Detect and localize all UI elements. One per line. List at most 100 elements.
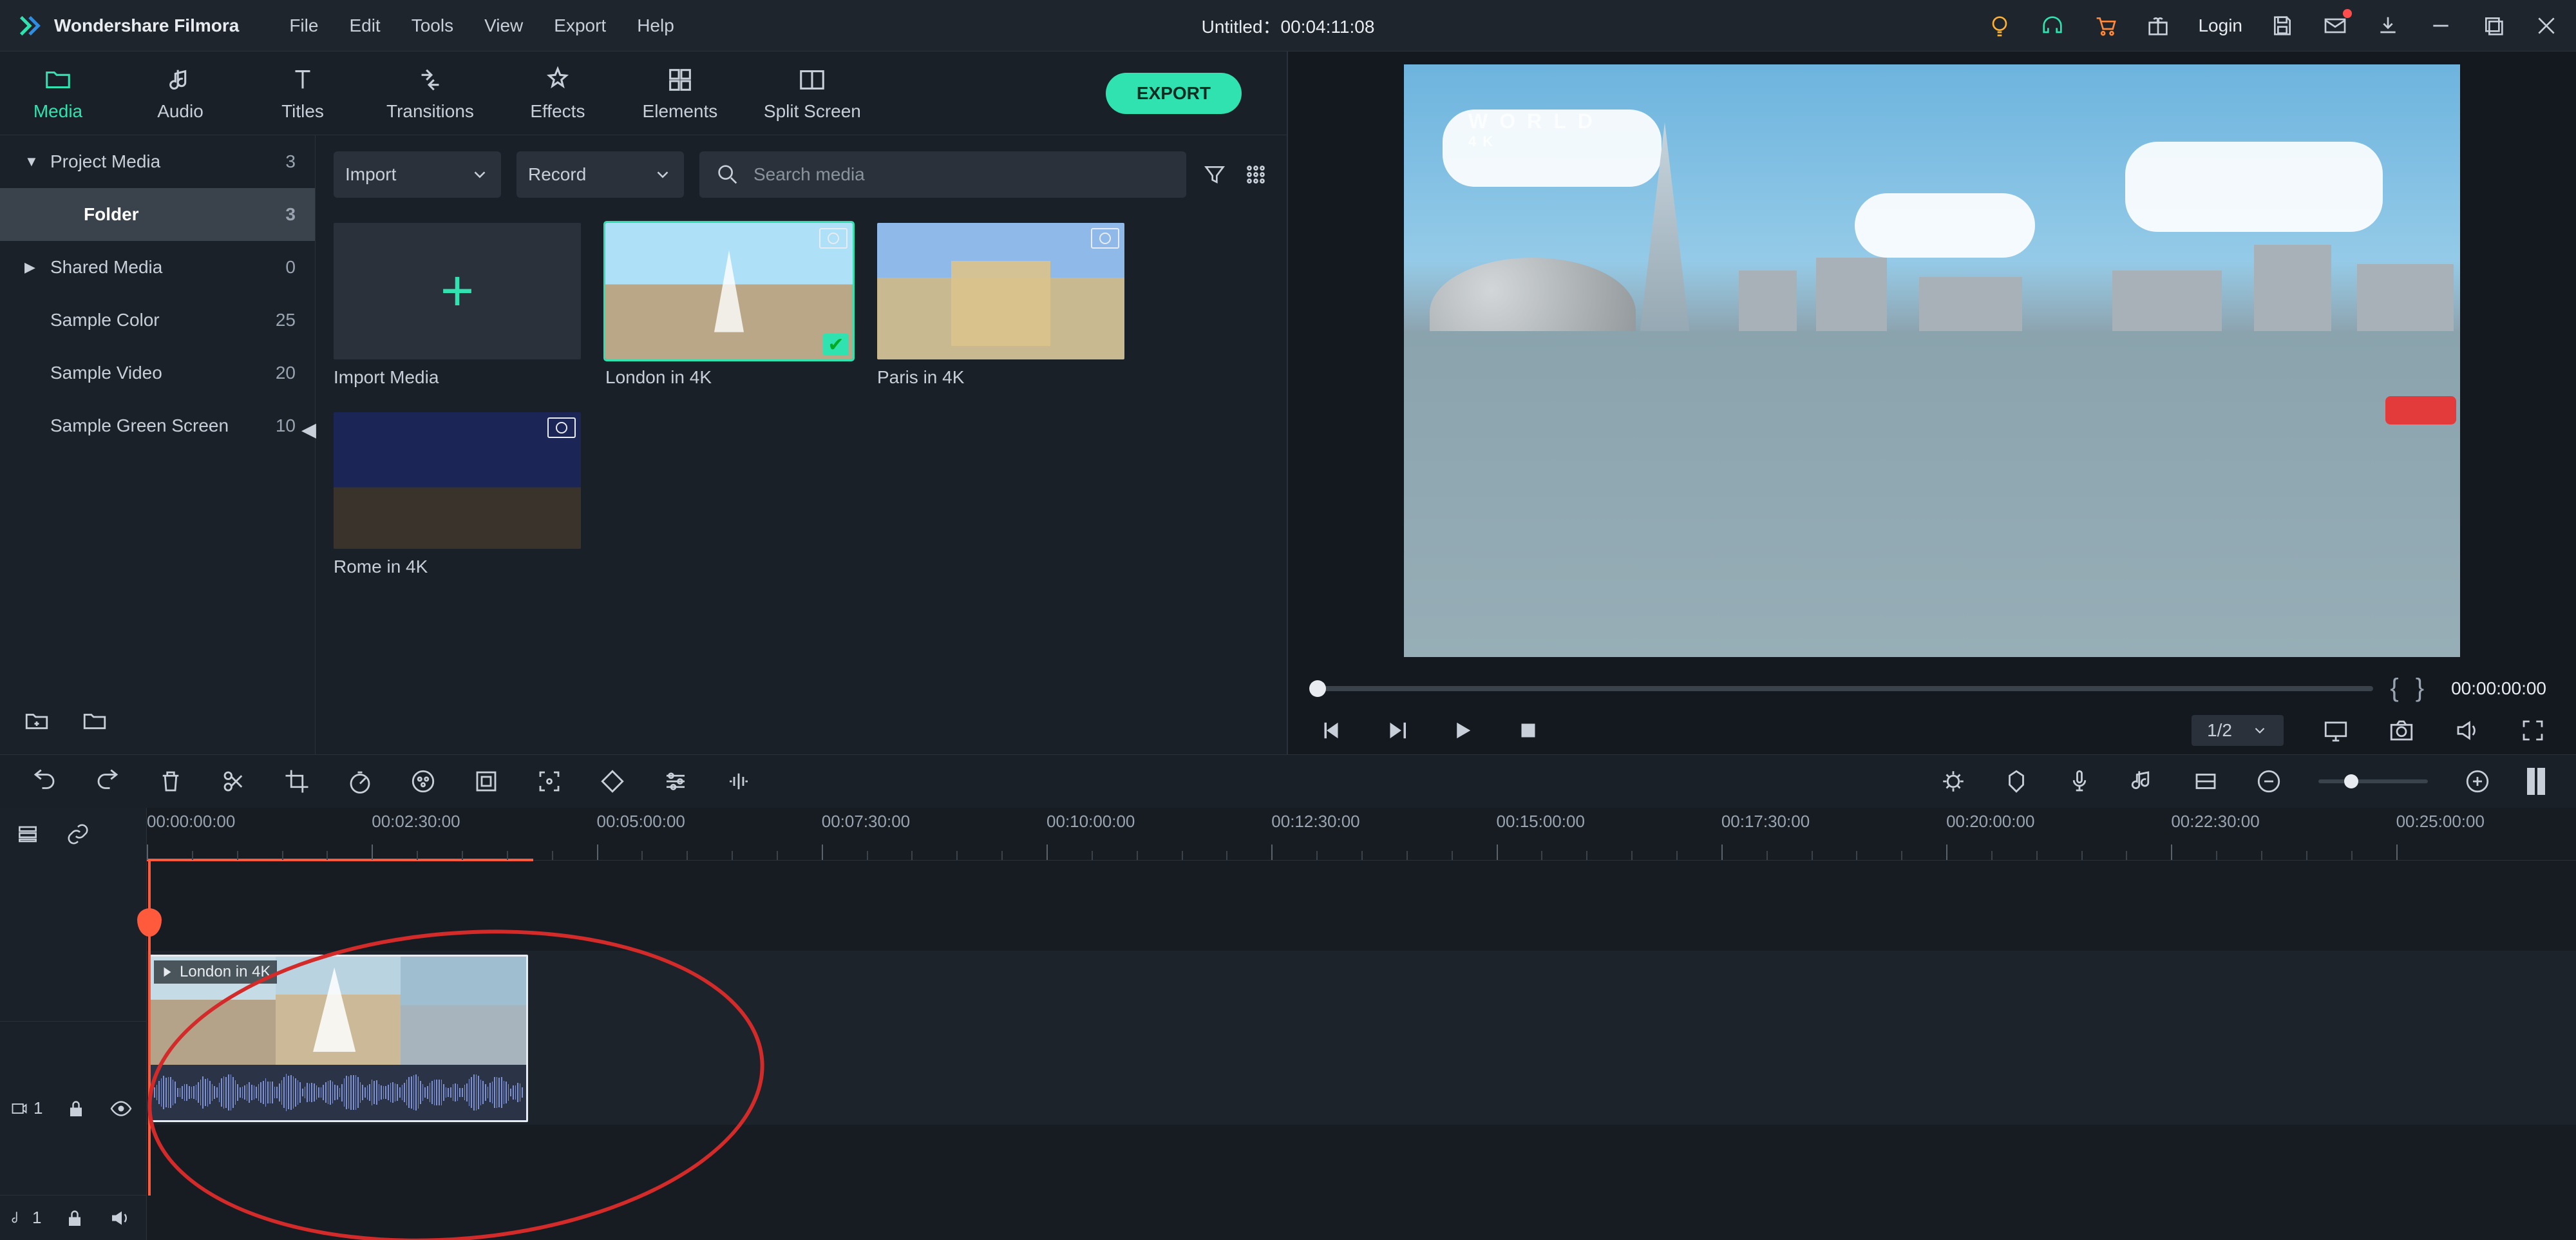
timeline-clip-london[interactable]: London in 4K	[148, 955, 528, 1122]
menu-view[interactable]: View	[484, 15, 523, 36]
mute-icon[interactable]	[108, 1207, 131, 1230]
search-input[interactable]	[699, 151, 1186, 198]
link-icon[interactable]	[66, 822, 90, 846]
display-icon[interactable]	[2322, 717, 2349, 744]
ruler-tick: 00:00:00:00	[147, 808, 235, 860]
sidebar-item-shared-media[interactable]: ▶Shared Media 0	[0, 241, 315, 294]
keyframe-icon[interactable]	[599, 768, 626, 795]
timeline-ruler[interactable]: 00:00:00:0000:02:30:0000:05:00:0000:07:3…	[147, 808, 2576, 861]
play-icon[interactable]	[1449, 717, 1476, 744]
lock-icon[interactable]	[64, 1097, 88, 1120]
speed-icon[interactable]	[346, 768, 374, 795]
redo-icon[interactable]	[94, 768, 121, 795]
play-pause-icon[interactable]	[1383, 717, 1410, 744]
menu-export[interactable]: Export	[554, 15, 606, 36]
menu-tools[interactable]: Tools	[412, 15, 453, 36]
sidebar-item-sample-color[interactable]: Sample Color 25	[0, 294, 315, 347]
timeline-track-headers: 1 1	[0, 808, 147, 1240]
zoom-in-icon[interactable]	[2464, 768, 2491, 795]
volume-icon[interactable]	[2454, 717, 2481, 744]
import-dropdown[interactable]: Import	[334, 151, 501, 198]
clip-london[interactable]: ✔ London in 4K	[605, 223, 853, 388]
menu-file[interactable]: File	[289, 15, 318, 36]
step-back-icon[interactable]	[1318, 717, 1345, 744]
chevron-down-icon	[470, 165, 489, 184]
zoom-fit-icon[interactable]	[2527, 768, 2545, 795]
auto-ripple-icon[interactable]	[2192, 768, 2219, 795]
gift-icon[interactable]	[2145, 13, 2171, 39]
save-icon[interactable]	[2269, 13, 2295, 39]
export-button[interactable]: EXPORT	[1106, 73, 1242, 114]
grid-view-icon[interactable]	[1243, 162, 1269, 187]
lightbulb-icon[interactable]	[1987, 13, 2012, 39]
folder-icon[interactable]	[81, 708, 108, 735]
import-media-tile[interactable]: + Import Media	[334, 223, 581, 388]
menu-edit[interactable]: Edit	[349, 15, 380, 36]
chevron-right-icon[interactable]: ▶	[24, 259, 39, 276]
audio-wave-icon[interactable]	[725, 768, 752, 795]
headset-icon[interactable]	[2040, 13, 2065, 39]
download-icon[interactable]	[2375, 13, 2401, 39]
stop-icon[interactable]	[1515, 717, 1542, 744]
sidebar-item-project-media[interactable]: ▼Project Media 3	[0, 135, 315, 188]
zoom-out-icon[interactable]	[2255, 768, 2282, 795]
audio-mixer-icon[interactable]	[2129, 768, 2156, 795]
lock-icon[interactable]	[63, 1207, 86, 1230]
clip-paris[interactable]: Paris in 4K	[877, 223, 1124, 388]
tab-elements[interactable]: Elements	[641, 65, 719, 122]
sidebar-collapse-icon[interactable]: ◀	[301, 419, 316, 441]
menu-help[interactable]: Help	[637, 15, 674, 36]
sidebar-item-sample-green-screen[interactable]: Sample Green Screen 10	[0, 399, 315, 452]
maximize-icon[interactable]	[2481, 13, 2506, 39]
motion-tracking-icon[interactable]	[536, 768, 563, 795]
playhead[interactable]	[148, 861, 151, 1196]
tab-titles[interactable]: Titles	[264, 65, 341, 122]
color-icon[interactable]	[410, 768, 437, 795]
tab-media[interactable]: Media	[19, 65, 97, 122]
tab-split-screen[interactable]: Split Screen	[764, 65, 861, 122]
mail-icon[interactable]	[2322, 13, 2348, 39]
media-sidebar: ▼Project Media 3 Folder 3 ▶Shared Media …	[0, 135, 316, 754]
visibility-icon[interactable]	[109, 1097, 133, 1120]
undo-icon[interactable]	[31, 768, 58, 795]
video-track-header[interactable]: 1	[0, 1021, 146, 1195]
preview-quality-select[interactable]: 1/2	[2192, 715, 2284, 746]
zoom-slider[interactable]	[2318, 779, 2428, 783]
tab-audio[interactable]: Audio	[142, 65, 219, 122]
login-button[interactable]: Login	[2198, 15, 2242, 36]
tab-audio-label: Audio	[157, 101, 204, 122]
adjust-icon[interactable]	[662, 768, 689, 795]
tab-transitions[interactable]: Transitions	[386, 65, 474, 122]
filter-icon[interactable]	[1202, 162, 1227, 187]
delete-icon[interactable]	[157, 768, 184, 795]
ruler-tick: 00:12:30:00	[1271, 808, 1359, 860]
close-icon[interactable]	[2533, 13, 2559, 39]
clip-rome[interactable]: Rome in 4K	[334, 412, 581, 577]
tab-effects[interactable]: Effects	[519, 65, 596, 122]
chevron-down-icon[interactable]: ▼	[24, 153, 39, 170]
record-dropdown[interactable]: Record	[516, 151, 684, 198]
audio-track-header[interactable]: 1	[0, 1195, 146, 1240]
voiceover-icon[interactable]	[2066, 768, 2093, 795]
fullscreen-icon[interactable]	[2519, 717, 2546, 744]
video-surface[interactable]: WORLD 4K	[1404, 64, 2460, 657]
seek-bar[interactable]	[1318, 686, 2373, 691]
sidebar-item-sample-video[interactable]: Sample Video 20	[0, 347, 315, 399]
plus-icon: +	[440, 258, 475, 325]
split-icon[interactable]	[220, 768, 247, 795]
green-screen-icon[interactable]	[473, 768, 500, 795]
crop-icon[interactable]	[283, 768, 310, 795]
minimize-icon[interactable]	[2428, 13, 2454, 39]
sidebar-item-folder[interactable]: Folder 3	[0, 188, 315, 241]
render-icon[interactable]	[1940, 768, 1967, 795]
cart-icon[interactable]	[2092, 13, 2118, 39]
marker-icon[interactable]	[2003, 768, 2030, 795]
new-folder-icon[interactable]	[23, 708, 50, 735]
ruler-tick: 00:17:30:00	[1721, 808, 1810, 860]
search-field[interactable]	[753, 164, 1171, 185]
mark-out-button[interactable]: }	[2416, 674, 2424, 703]
manage-tracks-icon[interactable]	[15, 822, 40, 846]
snapshot-icon[interactable]	[2388, 717, 2415, 744]
mark-in-button[interactable]: {	[2390, 674, 2398, 703]
timeline-body[interactable]: 00:00:00:0000:02:30:0000:05:00:0000:07:3…	[147, 808, 2576, 1240]
